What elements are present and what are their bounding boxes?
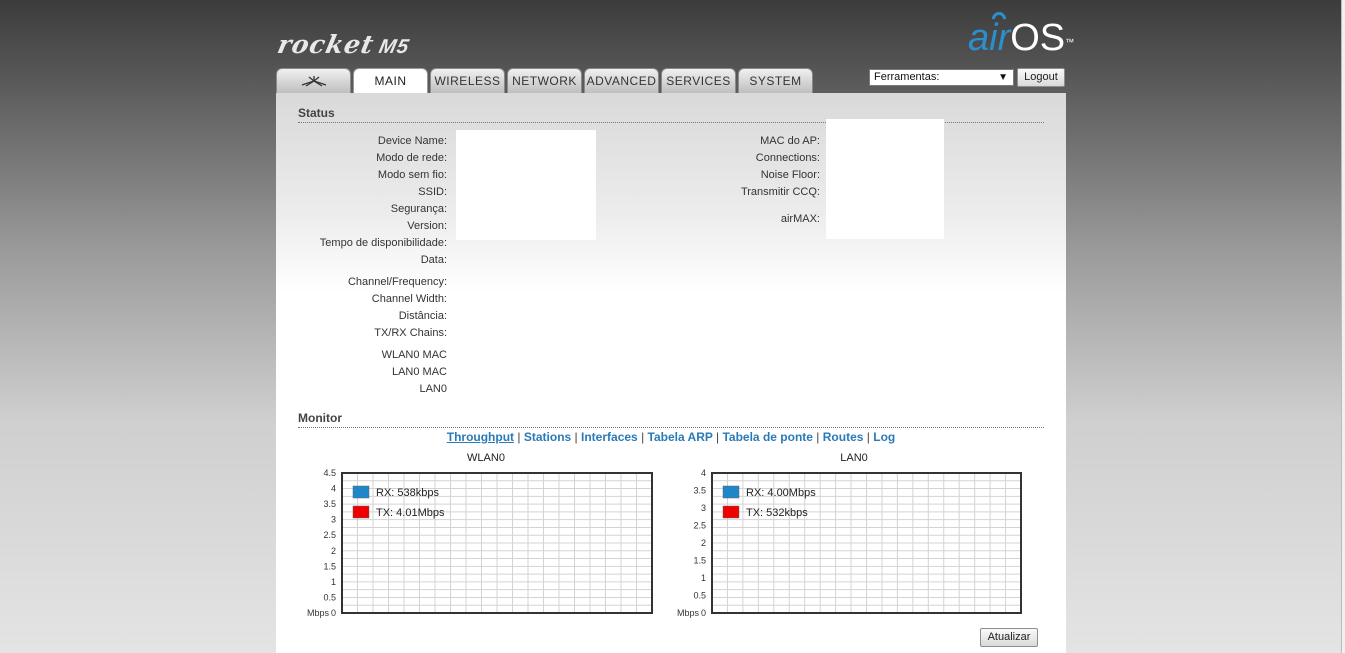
update-button[interactable]: Atualizar xyxy=(980,628,1038,647)
legend-label: TX: 532kbps xyxy=(746,507,808,519)
tab-advanced[interactable]: ADVANCED xyxy=(584,68,659,93)
y-tick-label: 1.5 xyxy=(693,556,706,566)
tab-ubiquiti[interactable] xyxy=(276,68,351,93)
tab-services[interactable]: SERVICES xyxy=(661,68,736,93)
y-tick-label: 2.5 xyxy=(323,530,336,540)
airos-logo-tm: ™ xyxy=(1065,37,1075,47)
y-tick-label: 1.5 xyxy=(323,561,336,571)
airos-logo-os: OS xyxy=(1010,17,1066,59)
legend-label: RX: 538kbps xyxy=(376,487,439,499)
tab-network[interactable]: NETWORK xyxy=(507,68,582,93)
y-tick-label: 3.5 xyxy=(693,486,706,496)
legend-label: RX: 4.00Mbps xyxy=(746,487,816,499)
legend-label: TX: 4.01Mbps xyxy=(376,507,445,519)
brand-name: rocket xyxy=(274,30,377,59)
y-tick-label: 3 xyxy=(331,515,336,525)
tab-wireless[interactable]: WIRELESS xyxy=(430,68,505,93)
legend-swatch xyxy=(352,505,370,519)
y-tick-label: 1 xyxy=(331,577,336,587)
legend-swatch xyxy=(352,485,370,499)
y-tick-label: 4.5 xyxy=(323,468,336,478)
ubiquiti-logo-icon xyxy=(301,76,326,87)
main-panel: Status Device Name: Modo de rede: Modo s… xyxy=(276,93,1066,653)
dropdown-arrow-icon: ▼ xyxy=(998,72,1008,83)
legend-swatch xyxy=(722,485,740,499)
y-tick-label: 2.5 xyxy=(693,521,706,531)
window-edge xyxy=(1341,0,1345,653)
tools-dropdown-value: Ferramentas: xyxy=(874,71,940,83)
chart-lan0: 0 0.5 1 1.5 2 2.5 3 3.5 4 Mbps RX: 4.00Mbps TX: 532… xyxy=(677,468,1022,618)
y-tick-label: 4 xyxy=(701,468,706,478)
main-tabs: MAIN WIRELESS NETWORK ADVANCED SERVICES … xyxy=(276,68,815,94)
y-tick-label: 3.5 xyxy=(323,499,336,509)
y-tick-label: 2 xyxy=(701,538,706,548)
y-axis-unit-label: Mbps xyxy=(307,608,330,618)
y-tick-label: 0 xyxy=(701,608,706,618)
y-tick-label: 0.5 xyxy=(323,592,336,602)
y-tick-label: 0 xyxy=(331,608,336,618)
throughput-charts: 0 0.5 1 1.5 2 2.5 3 3.5 4 4.5 Mbps RX: 538kbps TX: 4… xyxy=(307,468,1022,618)
y-tick-label: 3 xyxy=(701,503,706,513)
tab-system[interactable]: SYSTEM xyxy=(738,68,813,93)
product-logo: rocketM5 xyxy=(275,30,413,59)
tab-main[interactable]: MAIN xyxy=(353,68,428,94)
chart-wlan0: 0 0.5 1 1.5 2 2.5 3 3.5 4 4.5 Mbps RX: 538kbps TX: 4… xyxy=(307,468,653,618)
y-axis-unit-label: Mbps xyxy=(677,608,700,618)
y-tick-label: 2 xyxy=(331,546,336,556)
airos-logo: airOS™ xyxy=(968,9,1075,59)
y-tick-label: 1 xyxy=(701,573,706,583)
y-tick-label: 0.5 xyxy=(693,591,706,601)
legend-swatch xyxy=(722,505,740,519)
logout-button[interactable]: Logout xyxy=(1017,68,1065,87)
y-tick-label: 4 xyxy=(331,484,336,494)
tools-dropdown[interactable]: Ferramentas: ▼ xyxy=(869,69,1014,86)
model-name: M5 xyxy=(376,36,412,58)
